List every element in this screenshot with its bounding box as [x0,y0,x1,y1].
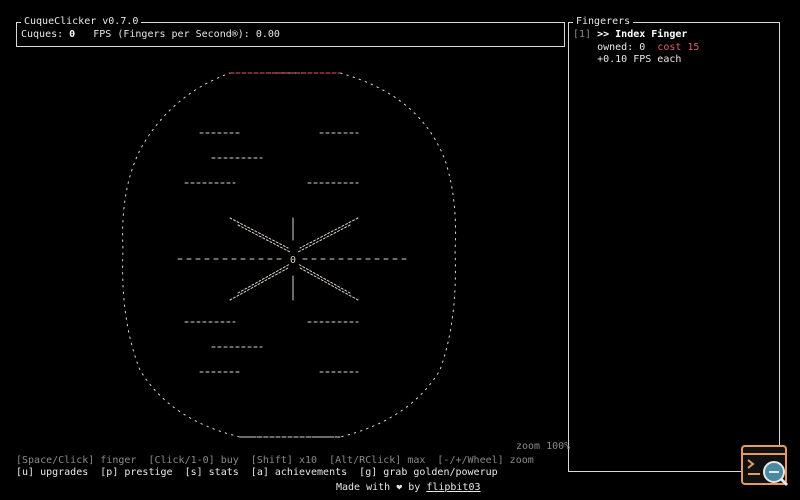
shop-item-cost: cost 15 [657,41,700,53]
author-link[interactable]: flipbit03 [426,482,480,493]
selection-marker: >> [591,29,616,40]
cookie-chips [184,132,359,373]
fps-label: FPS (Fingers per Second®): [75,29,256,40]
cookie-clicker[interactable]: 0 [100,60,480,450]
made-with-text: Made with ❤ by [336,482,427,493]
fingerers-panel: Fingerers [1] >> Index Finger owned: 0 c… [568,16,780,472]
help-line-menus: [u] upgrades [p] prestige [s] stats [a] … [16,467,498,478]
shop-item-index-finger[interactable]: [1] >> Index Finger owned: 0 cost 15 +0.… [573,29,699,67]
stats-line: Cuques: 0 FPS (Fingers per Second®): 0.0… [21,29,280,41]
stats-panel: CuqueClicker v0.7.0 Cuques: 0 FPS (Finge… [16,16,565,47]
app-title: CuqueClicker v0.7.0 [21,16,142,28]
footer-credit: Made with ❤ by flipbit03 [336,482,481,494]
cookie-center: 0 [290,255,296,266]
cuques-label: Cuques: [21,29,70,40]
fps-value: 0.00 [255,29,280,40]
zoom-indicator: zoom 100% [516,441,571,452]
shop-item-owned: owned: 0 [597,41,646,53]
shop-item-name: Index Finger [615,29,688,40]
terminal-magnifier-icon[interactable] [740,444,790,488]
shop-item-hotkey: [1] [573,29,592,40]
help-line-controls: [Space/Click] finger [Click/1-0] buy [Sh… [16,455,534,466]
fingerers-title: Fingerers [573,16,634,28]
shop-item-rate: +0.10 FPS each [597,54,682,65]
